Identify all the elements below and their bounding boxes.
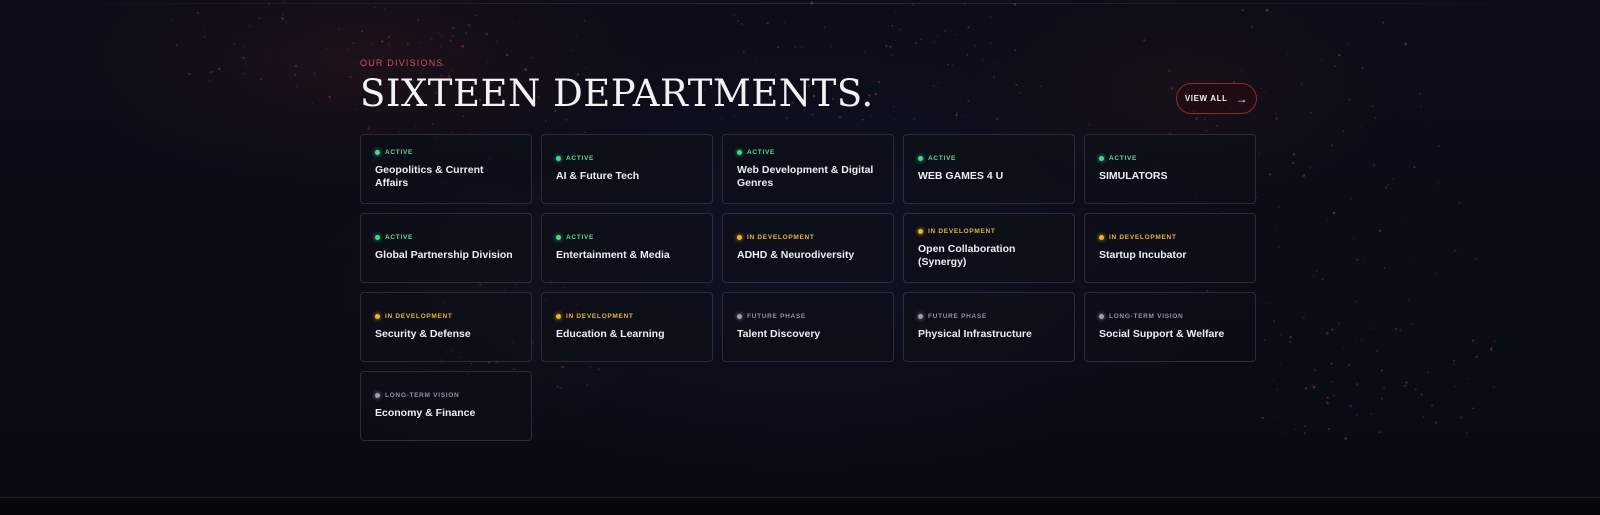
status-dot-icon: [556, 235, 561, 240]
status-dot-icon: [918, 314, 923, 319]
status-badge: ACTIVE: [737, 149, 879, 156]
status-badge: ACTIVE: [918, 155, 1060, 162]
department-card[interactable]: ACTIVE WEB GAMES 4 U: [903, 134, 1075, 204]
departments-grid: ACTIVE Geopolitics & Current Affairs ACTIV…: [360, 134, 1256, 441]
status-label: ACTIVE: [566, 234, 595, 241]
department-card[interactable]: ACTIVE AI & Future Tech: [541, 134, 713, 204]
department-card[interactable]: FUTURE PHASE Physical Infrastructure: [903, 292, 1075, 362]
status-badge: FUTURE PHASE: [737, 313, 879, 320]
status-label: ACTIVE: [1109, 155, 1138, 162]
status-label: IN DEVELOPMENT: [385, 313, 453, 320]
status-badge: ACTIVE: [375, 149, 517, 156]
status-dot-icon: [375, 314, 380, 319]
department-card[interactable]: ACTIVE Entertainment & Media: [541, 213, 713, 283]
department-title: Economy & Finance: [375, 407, 476, 419]
status-label: ACTIVE: [566, 155, 595, 162]
department-card[interactable]: ACTIVE SIMULATORS: [1084, 134, 1256, 204]
status-dot-icon: [918, 156, 923, 161]
status-label: ACTIVE: [928, 155, 957, 162]
status-label: IN DEVELOPMENT: [747, 234, 815, 241]
status-dot-icon: [737, 149, 742, 155]
status-badge: LONG-TERM VISION: [1099, 313, 1241, 320]
status-label: ACTIVE: [385, 234, 414, 241]
department-card[interactable]: IN DEVELOPMENT Open Collaboration (Synerg…: [903, 213, 1075, 283]
status-label: ACTIVE: [385, 148, 414, 156]
department-card[interactable]: IN DEVELOPMENT Startup Incubator: [1084, 213, 1256, 283]
status-badge: IN DEVELOPMENT: [918, 228, 1060, 235]
department-card[interactable]: LONG-TERM VISION Social Support & Welfare: [1084, 292, 1256, 362]
status-dot-icon: [375, 149, 380, 155]
status-badge: LONG-TERM VISION: [375, 392, 517, 399]
status-dot-icon: [375, 393, 380, 398]
department-title: Global Partnership Division: [375, 249, 513, 261]
department-title: Web Development & Digital Genres: [737, 163, 874, 189]
status-dot-icon: [737, 314, 742, 319]
status-label: IN DEVELOPMENT: [566, 313, 634, 320]
status-badge: IN DEVELOPMENT: [375, 313, 517, 320]
status-badge: ACTIVE: [556, 234, 698, 241]
status-label: FUTURE PHASE: [928, 313, 987, 320]
department-title: Security & Defense: [375, 328, 471, 340]
section-eyebrow: OUR DIVISIONS: [360, 58, 444, 68]
status-badge: IN DEVELOPMENT: [1099, 234, 1241, 241]
status-dot-icon: [375, 235, 380, 240]
department-card[interactable]: ACTIVE Geopolitics & Current Affairs: [360, 134, 532, 204]
department-title: SIMULATORS: [1099, 170, 1168, 182]
department-title: Education & Learning: [556, 328, 665, 340]
status-dot-icon: [1099, 156, 1104, 161]
status-badge: ACTIVE: [556, 155, 698, 162]
department-title: Talent Discovery: [737, 328, 821, 340]
status-label: LONG-TERM VISION: [385, 392, 460, 399]
department-card[interactable]: ACTIVE Web Development & Digital Genres: [722, 134, 894, 204]
top-divider: [0, 3, 1600, 4]
department-title: Social Support & Welfare: [1099, 328, 1225, 340]
status-label: ACTIVE: [747, 148, 776, 156]
department-card[interactable]: ACTIVE Global Partnership Division: [360, 213, 532, 283]
department-title: WEB GAMES 4 U: [918, 170, 1004, 182]
department-title: Entertainment & Media: [556, 249, 670, 261]
view-all-label: VIEW ALL: [1184, 94, 1228, 103]
department-card[interactable]: IN DEVELOPMENT Security & Defense: [360, 292, 532, 362]
status-label: IN DEVELOPMENT: [1109, 234, 1177, 241]
department-title: Physical Infrastructure: [918, 328, 1032, 340]
status-dot-icon: [918, 228, 923, 234]
view-all-button[interactable]: VIEW ALL →: [1176, 83, 1257, 114]
status-dot-icon: [556, 314, 561, 319]
status-dot-icon: [737, 235, 742, 240]
department-title: AI & Future Tech: [556, 170, 640, 182]
status-label: IN DEVELOPMENT: [928, 227, 996, 235]
status-dot-icon: [556, 156, 561, 161]
status-badge: IN DEVELOPMENT: [556, 313, 698, 320]
department-card[interactable]: LONG-TERM VISION Economy & Finance: [360, 371, 532, 441]
status-dot-icon: [1099, 235, 1104, 240]
status-badge: ACTIVE: [375, 234, 517, 241]
department-title: Startup Incubator: [1099, 249, 1187, 261]
status-badge: IN DEVELOPMENT: [737, 234, 879, 241]
status-badge: ACTIVE: [1099, 155, 1241, 162]
status-label: FUTURE PHASE: [747, 313, 806, 320]
section-heading: SIXTEEN DEPARTMENTS.: [360, 72, 874, 115]
status-label: LONG-TERM VISION: [1109, 313, 1184, 320]
department-title: ADHD & Neurodiversity: [737, 249, 855, 261]
department-card[interactable]: IN DEVELOPMENT Education & Learning: [541, 292, 713, 362]
arrow-right-icon: →: [1235, 91, 1249, 106]
status-dot-icon: [1099, 314, 1104, 319]
department-card[interactable]: FUTURE PHASE Talent Discovery: [722, 292, 894, 362]
department-title: Open Collaboration (Synergy): [918, 242, 1016, 268]
divisions-section: OUR DIVISIONS SIXTEEN DEPARTMENTS. VIEW …: [360, 58, 1257, 441]
footer-band: [0, 497, 1600, 515]
department-title: Geopolitics & Current Affairs: [375, 163, 484, 189]
department-card[interactable]: IN DEVELOPMENT ADHD & Neurodiversity: [722, 213, 894, 283]
status-badge: FUTURE PHASE: [918, 313, 1060, 320]
